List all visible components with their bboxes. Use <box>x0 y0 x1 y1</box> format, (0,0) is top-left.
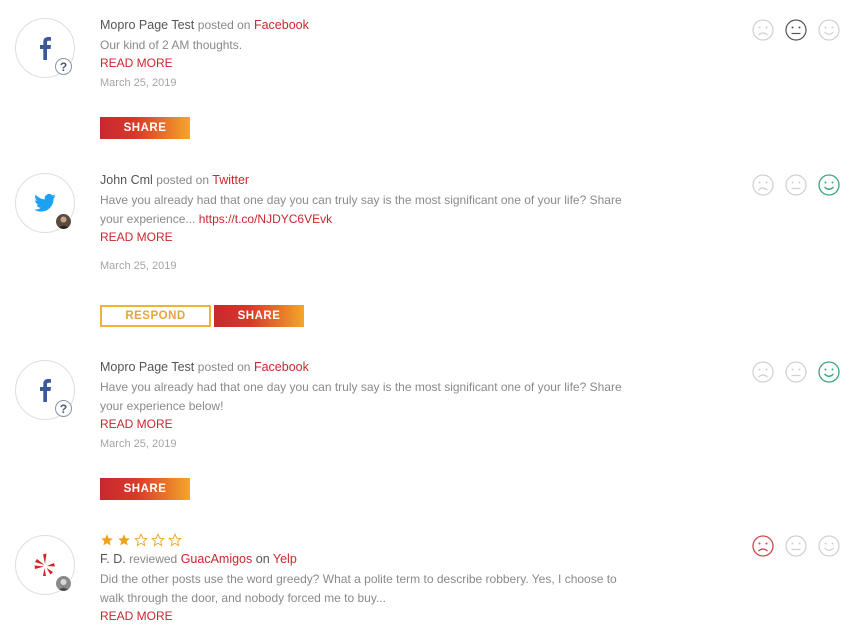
facebook-avatar: ? <box>15 360 75 420</box>
sad-face-icon[interactable] <box>752 174 774 196</box>
facebook-avatar: ? <box>15 18 75 78</box>
sentiment-selector <box>752 174 840 196</box>
post-author-line: John Cml posted on Twitter <box>100 172 640 188</box>
post-text: Have you already had that one day you ca… <box>100 380 622 413</box>
post-date: March 25, 2019 <box>100 438 177 450</box>
platform-link[interactable]: Facebook <box>254 18 309 32</box>
yelp-avatar <box>15 535 75 595</box>
sad-face-icon[interactable] <box>752 19 774 41</box>
feed-post: F. D. reviewed GuacAmigos on Yelp Did th… <box>0 533 857 639</box>
twitter-icon <box>34 194 56 212</box>
on-label: on <box>255 552 270 566</box>
business-link[interactable]: GuacAmigos <box>181 552 253 566</box>
user-photo-icon <box>55 575 72 592</box>
happy-face-icon[interactable] <box>818 361 840 383</box>
user-photo-icon <box>55 213 72 230</box>
sentiment-selector <box>752 535 840 557</box>
facebook-icon <box>38 36 52 60</box>
happy-face-icon[interactable] <box>818 174 840 196</box>
post-text: Have you already had that one day you ca… <box>100 191 640 229</box>
post-verb: posted on <box>156 173 209 187</box>
neutral-face-icon[interactable] <box>785 361 807 383</box>
feed-post: ? Mopro Page Test posted on Facebook Our… <box>0 15 857 145</box>
feed-post: John Cml posted on Twitter Have you alre… <box>0 170 857 330</box>
post-date: March 25, 2019 <box>100 260 177 272</box>
unknown-user-icon: ? <box>55 58 72 75</box>
neutral-face-icon[interactable] <box>785 19 807 41</box>
sad-face-icon[interactable] <box>752 361 774 383</box>
read-more-link[interactable]: READ MORE <box>100 608 640 624</box>
post-text-body: Have you already had that one day you ca… <box>100 193 622 226</box>
post-author-line: Mopro Page Test posted on Facebook <box>100 17 640 33</box>
author-name: F. D. <box>100 552 126 566</box>
share-button[interactable]: SHARE <box>214 305 304 327</box>
yelp-icon <box>34 553 56 577</box>
feed-post: ? Mopro Page Test posted on Facebook Hav… <box>0 357 857 502</box>
sad-face-icon[interactable] <box>752 535 774 557</box>
neutral-face-icon[interactable] <box>785 535 807 557</box>
author-name: John Cml <box>100 173 153 187</box>
post-verb: posted on <box>197 18 251 32</box>
review-author-line: F. D. reviewed GuacAmigos on Yelp <box>100 551 640 567</box>
share-button[interactable]: SHARE <box>100 117 190 139</box>
sentiment-selector <box>752 361 840 383</box>
star-empty-icon <box>151 533 165 547</box>
author-name: Mopro Page Test <box>100 18 195 32</box>
share-button[interactable]: SHARE <box>100 478 190 500</box>
platform-link[interactable]: Twitter <box>212 173 249 187</box>
post-text: Our kind of 2 AM thoughts. <box>100 38 243 52</box>
star-empty-icon <box>168 533 182 547</box>
read-more-link[interactable]: READ MORE <box>100 229 640 245</box>
platform-link[interactable]: Yelp <box>273 552 297 566</box>
post-verb: posted on <box>197 360 251 374</box>
happy-face-icon[interactable] <box>818 535 840 557</box>
read-more-link[interactable]: READ MORE <box>100 55 640 71</box>
twitter-avatar <box>15 173 75 233</box>
star-empty-icon <box>134 533 148 547</box>
facebook-icon <box>38 378 52 402</box>
post-date: March 25, 2019 <box>100 77 177 89</box>
happy-face-icon[interactable] <box>818 19 840 41</box>
platform-link[interactable]: Facebook <box>254 360 309 374</box>
sentiment-selector <box>752 19 840 41</box>
post-author-line: Mopro Page Test posted on Facebook <box>100 359 640 375</box>
post-verb: reviewed <box>129 552 178 566</box>
post-text: Did the other posts use the word greedy?… <box>100 572 617 605</box>
neutral-face-icon[interactable] <box>785 174 807 196</box>
author-name: Mopro Page Test <box>100 360 195 374</box>
unknown-user-icon: ? <box>55 400 72 417</box>
star-filled-icon <box>101 534 113 546</box>
respond-button[interactable]: RESPOND <box>100 305 211 327</box>
star-filled-icon <box>118 534 130 546</box>
post-url-link[interactable]: https://t.co/NJDYC6VEvk <box>199 212 332 226</box>
read-more-link[interactable]: READ MORE <box>100 416 640 432</box>
star-rating <box>100 533 640 547</box>
